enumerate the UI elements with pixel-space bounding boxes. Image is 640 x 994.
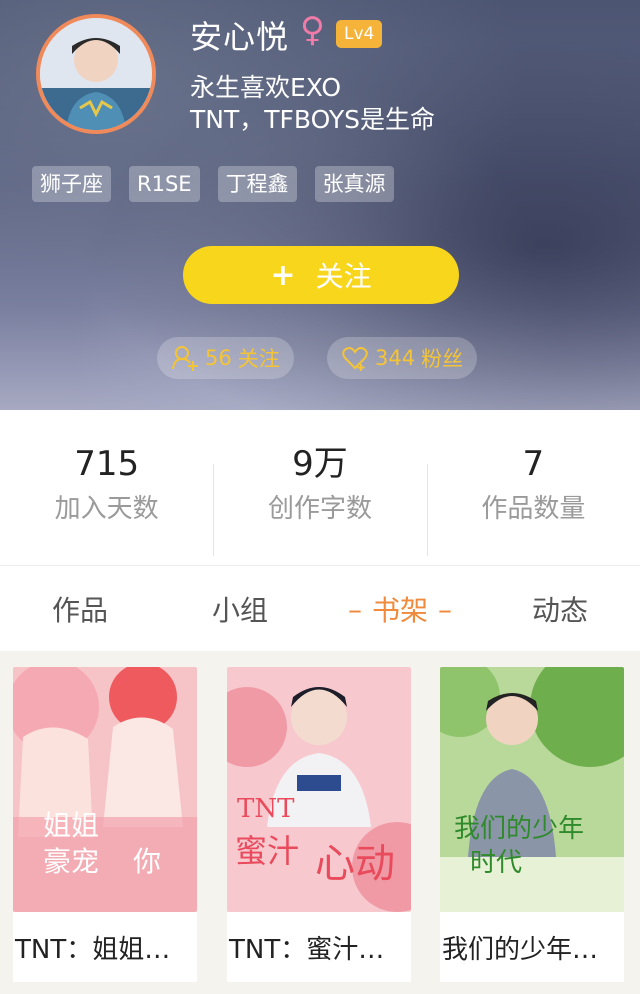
cover-title: 豪宠 bbox=[43, 845, 99, 878]
fans-count-button[interactable]: 344 粉丝 bbox=[327, 337, 478, 379]
stat-label: 作品数量 bbox=[481, 494, 586, 524]
stats-bar: 715 加入天数 9万 创作字数 7 作品数量 bbox=[0, 410, 640, 565]
book-title: 我们的少年… bbox=[440, 912, 624, 982]
tab-works[interactable]: 作品 bbox=[0, 566, 160, 652]
tag[interactable]: 狮子座 bbox=[32, 166, 111, 202]
follow-button[interactable]: + 关注 bbox=[183, 246, 459, 304]
cover-title: 蜜汁 bbox=[235, 832, 299, 870]
avatar-image bbox=[40, 18, 152, 130]
user-plus-icon bbox=[172, 346, 198, 371]
user-bio: 永生喜欢EXO TNT，TFBOYS是生命 bbox=[190, 72, 435, 136]
tag-list: 狮子座 R1SE 丁程鑫 张真源 bbox=[32, 166, 394, 202]
book-cover-image: TNT 蜜汁 心动 bbox=[227, 667, 411, 912]
fans-label: 粉丝 bbox=[421, 347, 464, 371]
cover-title: 心动 bbox=[315, 841, 395, 887]
book-cover: TNT 蜜汁 心动 bbox=[227, 667, 411, 912]
heart-icon bbox=[342, 347, 368, 371]
book-cover: 我们的少年 时代 bbox=[440, 667, 624, 912]
tag[interactable]: R1SE bbox=[129, 166, 200, 202]
tag[interactable]: 丁程鑫 bbox=[217, 166, 297, 202]
book-card[interactable]: 我们的少年 时代 我们的少年… bbox=[440, 667, 624, 982]
female-icon: ♀ bbox=[300, 10, 325, 50]
bio-line: TNT，TFBOYS是生命 bbox=[190, 105, 436, 134]
tab-groups[interactable]: 小组 bbox=[160, 566, 320, 652]
tab-bookshelf-label: 书架 bbox=[371, 594, 428, 627]
follow-button-label: 关注 bbox=[315, 260, 372, 293]
book-card[interactable]: TNT 蜜汁 心动 TNT：蜜汁… bbox=[227, 667, 411, 982]
cover-title: 时代 bbox=[470, 848, 522, 878]
active-tab-dash: – bbox=[438, 592, 452, 626]
stat-value: 9万 bbox=[292, 444, 348, 484]
tag[interactable]: 张真源 bbox=[314, 166, 394, 202]
cover-title: 你 bbox=[133, 845, 161, 878]
book-cover-image: 我们的少年 时代 bbox=[440, 667, 624, 912]
cover-title: TNT bbox=[237, 794, 295, 824]
book-cover: 姐姐 豪宠 你 bbox=[13, 667, 197, 912]
stat-label: 加入天数 bbox=[54, 494, 159, 524]
book-cover-image: 姐姐 豪宠 你 bbox=[13, 667, 197, 912]
avatar[interactable] bbox=[36, 14, 156, 134]
user-name: 安心悦 bbox=[190, 18, 290, 56]
stat-words: 9万 创作字数 bbox=[213, 410, 426, 565]
stat-label: 创作字数 bbox=[267, 494, 372, 524]
following-label: 关注 bbox=[237, 347, 280, 371]
stat-days: 715 加入天数 bbox=[0, 410, 213, 565]
tab-activity[interactable]: 动态 bbox=[480, 566, 640, 652]
bookshelf: 姐姐 豪宠 你 TNT：姐姐… TNT 蜜汁 心动 TNT：蜜汁… 我们的少年 … bbox=[0, 651, 640, 994]
following-count-button[interactable]: 56 关注 bbox=[157, 337, 294, 379]
bio-line: 永生喜欢EXO bbox=[190, 73, 342, 102]
cover-title: 我们的少年 bbox=[454, 814, 584, 844]
book-card[interactable]: 姐姐 豪宠 你 TNT：姐姐… bbox=[13, 667, 197, 982]
cover-title: 姐姐 bbox=[43, 809, 99, 842]
book-title: TNT：姐姐… bbox=[13, 912, 197, 982]
active-tab-dash: – bbox=[347, 592, 362, 626]
stat-value: 7 bbox=[522, 444, 545, 484]
tab-bookshelf[interactable]: – 书架 – bbox=[320, 566, 480, 652]
stat-value: 715 bbox=[74, 444, 140, 484]
tab-bar: 作品 小组 – 书架 – 动态 bbox=[0, 565, 640, 652]
stat-works: 7 作品数量 bbox=[426, 410, 640, 565]
book-title: TNT：蜜汁… bbox=[227, 912, 411, 982]
plus-icon: + bbox=[270, 257, 296, 293]
following-count: 56 bbox=[205, 346, 232, 370]
profile-header: 安心悦 ♀ Lv4 永生喜欢EXO TNT，TFBOYS是生命 狮子座 R1SE… bbox=[0, 0, 640, 410]
fans-count: 344 bbox=[375, 346, 416, 370]
level-badge: Lv4 bbox=[336, 20, 383, 48]
